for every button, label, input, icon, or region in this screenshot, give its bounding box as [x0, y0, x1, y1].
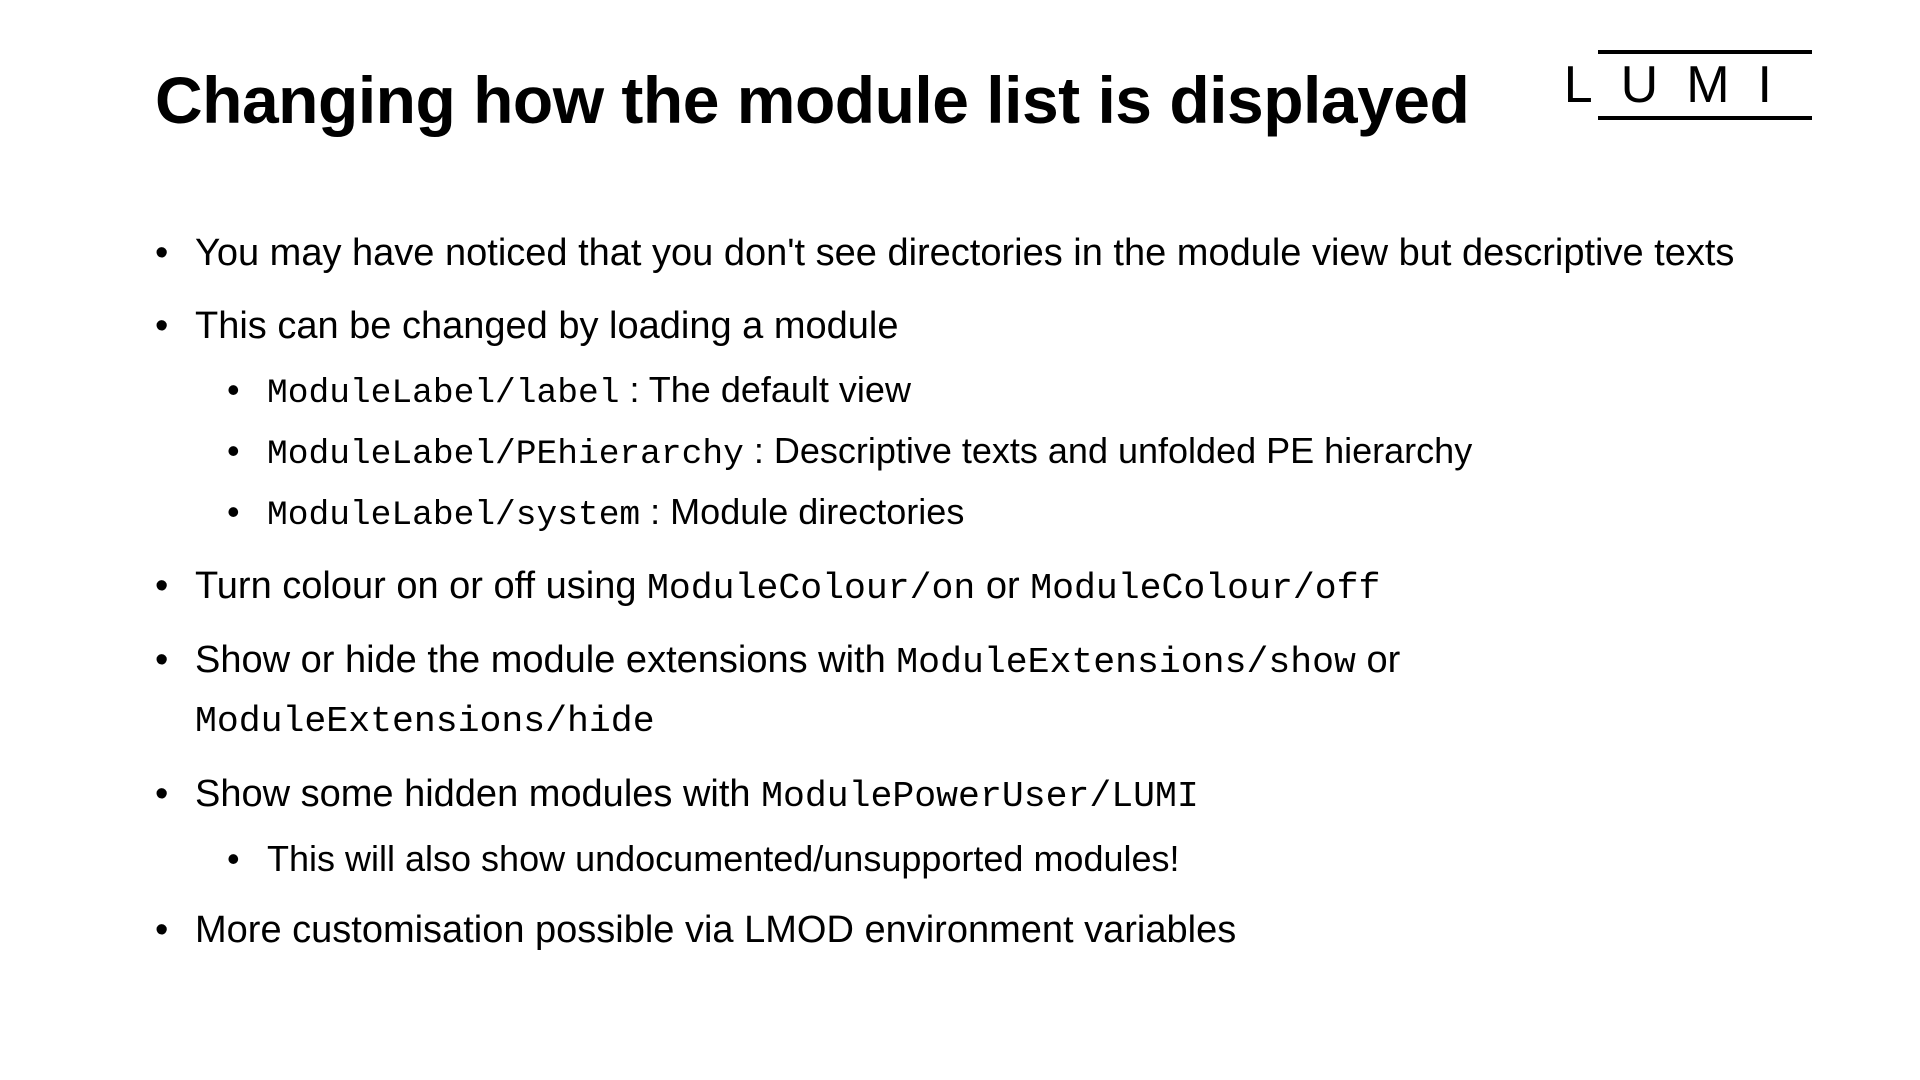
code-text: ModuleLabel/label	[267, 374, 619, 413]
sub-bullet-list: This will also show undocumented/unsuppo…	[195, 832, 1755, 886]
bullet-text: or	[975, 565, 1030, 607]
bullet-item: More customisation possible via LMOD env…	[155, 902, 1755, 959]
code-text: ModuleExtensions/hide	[195, 701, 655, 742]
bullet-text: or	[1356, 639, 1400, 681]
code-text: ModuleColour/off	[1030, 568, 1380, 609]
logo-text: LUMI	[1564, 55, 1800, 115]
bullet-text: This can be changed by loading a module	[195, 305, 898, 347]
bullet-list: You may have noticed that you don't see …	[155, 225, 1755, 959]
code-text: ModuleColour/on	[647, 568, 975, 609]
bullet-item: This can be changed by loading a module …	[155, 298, 1755, 542]
bullet-text: Turn colour on or off using	[195, 565, 647, 607]
slide-body: You may have noticed that you don't see …	[155, 225, 1755, 975]
code-text: ModulePowerUser/LUMI	[761, 776, 1199, 817]
code-text: ModuleLabel/PEhierarchy	[267, 435, 744, 474]
bullet-text: : Descriptive texts and unfolded PE hier…	[744, 430, 1472, 471]
bullet-text: : The default view	[619, 369, 911, 410]
bullet-item: Turn colour on or off using ModuleColour…	[155, 558, 1755, 617]
sub-bullet-list: ModuleLabel/label : The default view Mod…	[195, 363, 1755, 542]
bullet-text: More customisation possible via LMOD env…	[195, 909, 1236, 951]
bullet-text: : Module directories	[640, 491, 964, 532]
sub-bullet-item: ModuleLabel/system : Module directories	[227, 485, 1755, 542]
bullet-text: Show some hidden modules with	[195, 773, 761, 815]
sub-bullet-item: This will also show undocumented/unsuppo…	[227, 832, 1755, 886]
bullet-text: This will also show undocumented/unsuppo…	[267, 838, 1180, 879]
bullet-item: You may have noticed that you don't see …	[155, 225, 1755, 282]
slide-title: Changing how the module list is displaye…	[155, 62, 1469, 138]
code-text: ModuleLabel/system	[267, 496, 640, 535]
logo-line-top	[1598, 50, 1812, 54]
code-text: ModuleExtensions/show	[896, 642, 1356, 683]
bullet-item: Show some hidden modules with ModulePowe…	[155, 766, 1755, 887]
slide: Changing how the module list is displaye…	[0, 0, 1920, 1080]
bullet-item: Show or hide the module extensions with …	[155, 632, 1755, 749]
sub-bullet-item: ModuleLabel/PEhierarchy : Descriptive te…	[227, 424, 1755, 481]
bullet-text: You may have noticed that you don't see …	[195, 232, 1734, 274]
bullet-text: Show or hide the module extensions with	[195, 639, 896, 681]
logo-line-bottom	[1598, 116, 1812, 120]
sub-bullet-item: ModuleLabel/label : The default view	[227, 363, 1755, 420]
